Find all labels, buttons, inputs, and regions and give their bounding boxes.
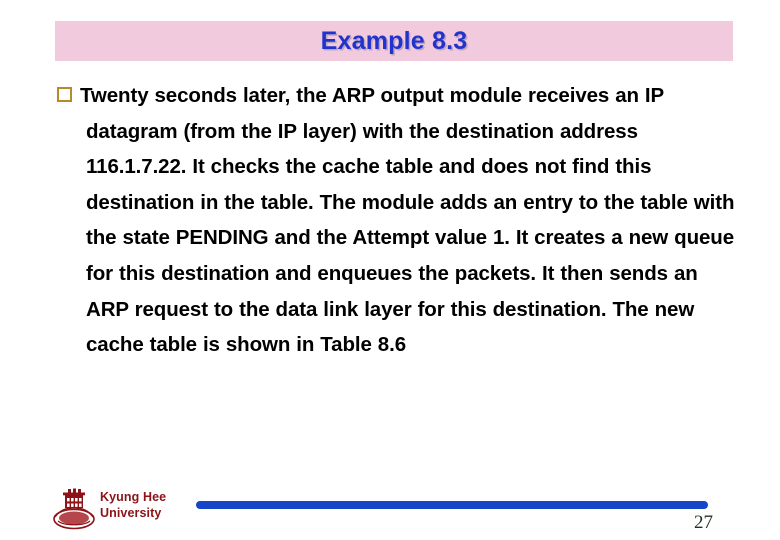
organization-line-2: University: [100, 505, 162, 520]
organization-line-1: Kyung Hee: [100, 490, 167, 504]
hollow-square-bullet-icon: [57, 87, 72, 102]
body-paragraph: Twenty seconds later, the ARP output mod…: [80, 84, 735, 357]
title-band: Example 8.3: [55, 21, 733, 61]
footer-divider-rule: [196, 501, 708, 509]
slide-body: Twenty seconds later, the ARP output mod…: [55, 78, 735, 363]
kyung-hee-university-crest-icon: [53, 488, 95, 530]
page-title: Example 8.3: [320, 27, 468, 55]
slide-footer: Kyung Hee University: [0, 482, 780, 540]
page-number: 27: [694, 512, 713, 533]
organization-name: Kyung Hee University: [100, 490, 210, 521]
bullet-list-item: Twenty seconds later, the ARP output mod…: [55, 78, 735, 363]
